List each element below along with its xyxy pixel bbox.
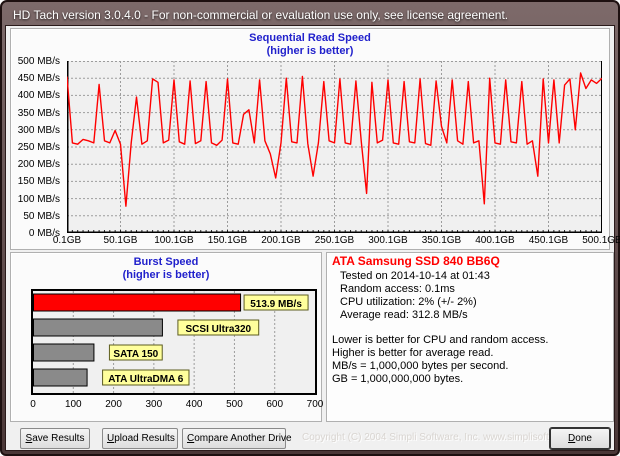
x-axis-tick-label: 250.1GB [310, 235, 360, 246]
y-axis-tick-label: 250 MB/s [18, 142, 60, 153]
seq-x-labels: 0.1GB50.1GB100.1GB150.1GB200.1GB250.1GB3… [67, 235, 602, 248]
x-axis-tick-label: 150.1GB [203, 235, 253, 246]
window-title: HD Tach version 3.0.4.0 - For non-commer… [13, 8, 508, 22]
chart-subtitle: (higher is better) [11, 269, 321, 282]
x-axis-tick-label: 300.1GB [363, 235, 413, 246]
random-access-line: Random access: 0.1ms [340, 283, 608, 296]
y-axis-tick-label: 300 MB/s [18, 125, 60, 136]
copyright-watermark: Copyright (C) 2004 Simpli Software, Inc.… [302, 432, 542, 443]
notes-block: Lower is better for CPU and random acces… [332, 334, 608, 386]
y-axis-tick-label: 50 MB/s [23, 211, 60, 222]
y-axis-tick-label: 150 MB/s [18, 176, 60, 187]
burst-plot-area: 513.9 MB/s SCSI Ultra320 SATA 150 ATA Ultra… [31, 289, 317, 395]
burst-bar [34, 319, 163, 336]
note-line: GB = 1,000,000,000 bytes. [332, 373, 608, 386]
y-axis-tick-label: 500 MB/s [18, 56, 60, 67]
burst-x-axis-tick-label: 200 [99, 399, 129, 410]
y-axis-tick-label: 400 MB/s [18, 90, 60, 101]
tested-on-line: Tested on 2014-10-14 at 01:43 [340, 270, 608, 283]
burst-bar-label: 513.9 MB/s [250, 299, 302, 310]
x-axis-tick-label: 100.1GB [149, 235, 199, 246]
burst-x-labels: 0100200300400500600700 [31, 399, 317, 411]
app-window: HD Tach version 3.0.4.0 - For non-commer… [0, 0, 620, 456]
y-axis-tick-label: 100 MB/s [18, 194, 60, 205]
note-line: MB/s = 1,000,000 bytes per second. [332, 360, 608, 373]
burst-bar [34, 344, 94, 361]
title-bar[interactable]: HD Tach version 3.0.4.0 - For non-commer… [5, 5, 615, 25]
seq-y-labels: 500 MB/s450 MB/s400 MB/s350 MB/s300 MB/s… [13, 61, 63, 233]
x-axis-tick-label: 200.1GB [256, 235, 306, 246]
average-read-line: Average read: 312.8 MB/s [340, 309, 608, 322]
upload-results-button[interactable]: Upload Results [102, 428, 178, 449]
sequential-read-chart-title: Sequential Read Speed (higher is better) [11, 29, 609, 58]
note-line: Higher is better for average read. [332, 347, 608, 360]
note-line: Lower is better for CPU and random acces… [332, 334, 608, 347]
sequential-read-plot-area [67, 61, 602, 233]
x-axis-tick-label: 350.1GB [417, 235, 467, 246]
burst-x-axis-tick-label: 0 [18, 399, 48, 410]
y-axis-tick-label: 350 MB/s [18, 108, 60, 119]
compare-another-drive-label: Compare Another Drive [187, 429, 281, 448]
burst-speed-chart-title: Burst Speed (higher is better) [11, 253, 321, 282]
burst-bar-label: SATA 150 [113, 349, 158, 360]
save-results-label: Save Results [25, 429, 85, 448]
cpu-utilization-line: CPU utilization: 2% (+/- 2%) [340, 296, 608, 309]
x-axis-tick-label: 50.1GB [96, 235, 146, 246]
y-axis-tick-label: 200 MB/s [18, 159, 60, 170]
burst-x-axis-tick-label: 400 [179, 399, 209, 410]
save-results-button[interactable]: Save Results [20, 428, 90, 449]
drive-info-panel: ATA Samsung SSD 840 BB6Q Tested on 2014-… [326, 252, 614, 422]
sequential-read-panel: Sequential Read Speed (higher is better)… [10, 28, 610, 250]
done-label: Done [555, 429, 605, 448]
chart-title: Burst Speed [11, 256, 321, 269]
burst-x-axis-tick-label: 500 [219, 399, 249, 410]
burst-speed-panel: Burst Speed (higher is better) 513.9 MB/… [10, 252, 322, 422]
burst-x-axis-tick-label: 100 [58, 399, 88, 410]
burst-bar [34, 294, 241, 311]
client-area: Sequential Read Speed (higher is better)… [5, 25, 615, 451]
chart-title: Sequential Read Speed [11, 32, 609, 45]
x-axis-tick-label: 400.1GB [470, 235, 520, 246]
burst-plot: 513.9 MB/s SCSI Ultra320 SATA 150 ATA Ultra… [33, 291, 315, 393]
done-button[interactable]: Done [550, 428, 610, 449]
burst-x-axis-tick-label: 300 [139, 399, 169, 410]
y-axis-tick-label: 450 MB/s [18, 73, 60, 84]
chart-subtitle: (higher is better) [11, 45, 609, 58]
upload-results-label: Upload Results [107, 429, 173, 448]
burst-bar-label: SCSI Ultra320 [186, 324, 252, 335]
burst-bar [34, 369, 88, 386]
burst-x-axis-tick-label: 600 [260, 399, 290, 410]
burst-bar-label: ATA UltraDMA 6 [108, 374, 183, 385]
x-axis-tick-label: 0.1GB [42, 235, 92, 246]
drive-title: ATA Samsung SSD 840 BB6Q [332, 255, 608, 268]
compare-another-drive-button[interactable]: Compare Another Drive [182, 428, 286, 449]
x-axis-tick-label: 500.1GB [577, 235, 620, 246]
sequential-read-plot [67, 61, 602, 233]
x-axis-tick-label: 450.1GB [524, 235, 574, 246]
